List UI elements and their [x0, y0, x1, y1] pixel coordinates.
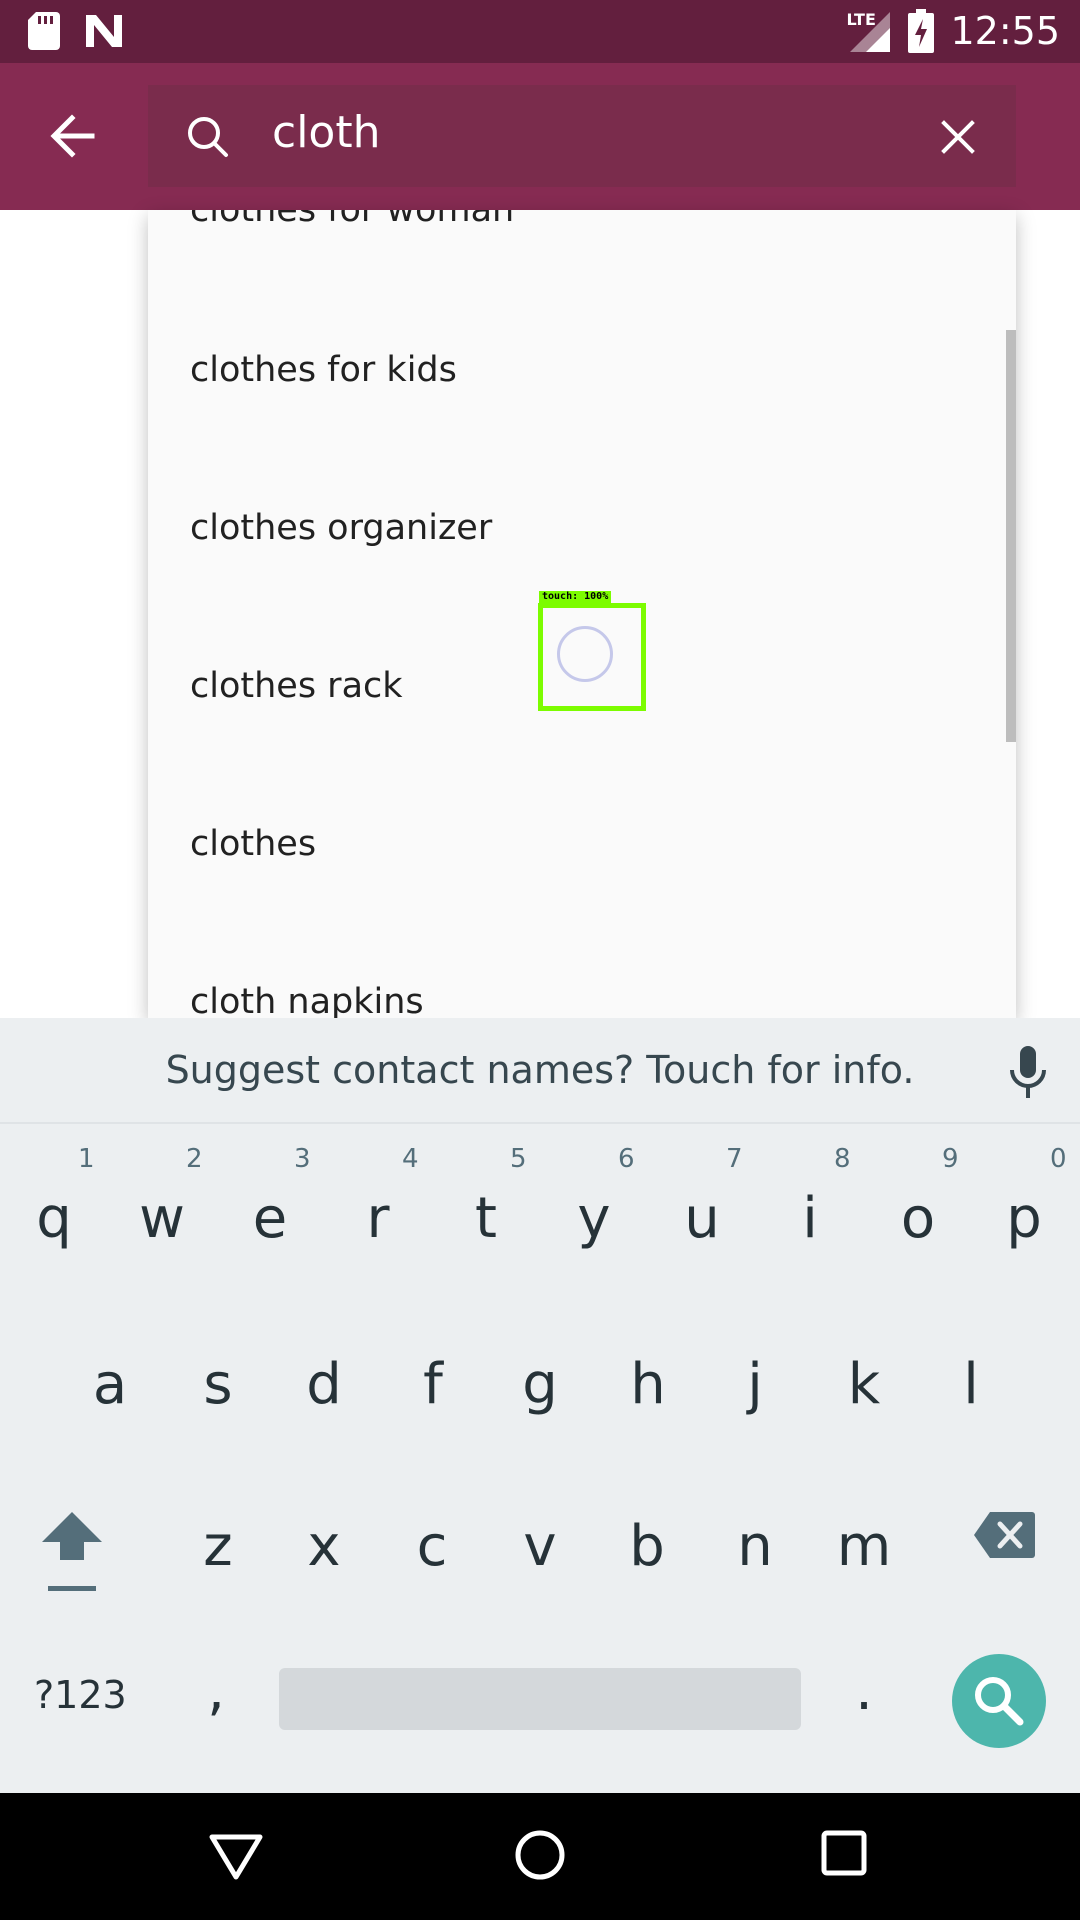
sd-card-icon — [28, 12, 60, 50]
key-c[interactable]: c — [410, 1514, 454, 1579]
suggestion-item[interactable]: clothes — [190, 824, 316, 864]
search-input[interactable]: cloth — [272, 107, 380, 158]
key-hint-5: 5 — [510, 1144, 527, 1174]
key-i[interactable]: i — [798, 1186, 822, 1251]
keyboard-suggestion-strip[interactable]: Suggest contact names? Touch for info. — [0, 1018, 1080, 1124]
search-icon — [188, 117, 228, 157]
key-y[interactable]: y — [572, 1186, 616, 1251]
key-t[interactable]: t — [468, 1186, 504, 1251]
key-k[interactable]: k — [842, 1352, 886, 1417]
triangle-back-icon[interactable] — [208, 1829, 264, 1885]
status-bar: LTE 12:55 — [0, 0, 1080, 63]
key-n[interactable]: n — [730, 1514, 780, 1579]
key-hint-4: 4 — [402, 1144, 419, 1174]
key-s[interactable]: s — [196, 1352, 240, 1417]
key-d[interactable]: d — [302, 1352, 346, 1417]
search-icon — [975, 1677, 1024, 1726]
circle-home-icon[interactable] — [512, 1827, 568, 1883]
key-hint-7: 7 — [726, 1144, 743, 1174]
period-key[interactable]: . — [846, 1658, 882, 1723]
key-w[interactable]: w — [134, 1186, 190, 1251]
key-m[interactable]: m — [832, 1514, 896, 1579]
key-hint-0: 0 — [1050, 1144, 1067, 1174]
key-hint-6: 6 — [618, 1144, 635, 1174]
soft-keyboard: Suggest contact names? Touch for info. q… — [0, 1018, 1080, 1793]
key-v[interactable]: v — [518, 1514, 562, 1579]
system-nav-bar — [0, 1793, 1080, 1920]
microphone-icon[interactable] — [1006, 1046, 1050, 1098]
key-z[interactable]: z — [196, 1514, 240, 1579]
suggest-contacts-prompt[interactable]: Suggest contact names? Touch for info. — [0, 1048, 1080, 1092]
key-h[interactable]: h — [626, 1352, 670, 1417]
comma-key[interactable]: , — [198, 1658, 234, 1723]
key-f[interactable]: f — [418, 1352, 448, 1417]
keyboard-search-button[interactable] — [952, 1654, 1046, 1748]
touch-point — [557, 626, 613, 682]
key-hint-1: 1 — [78, 1144, 95, 1174]
suggestion-item[interactable]: cloth napkins — [190, 982, 424, 1018]
touch-indicator-label: touch: 100% — [539, 591, 612, 603]
app-bar: cloth — [0, 63, 1080, 210]
lte-signal-icon — [850, 12, 891, 52]
key-b[interactable]: b — [622, 1514, 672, 1579]
search-box[interactable]: cloth — [148, 85, 1016, 187]
key-hint-9: 9 — [942, 1144, 959, 1174]
space-key[interactable] — [279, 1668, 801, 1730]
key-e[interactable]: e — [248, 1186, 292, 1251]
key-g[interactable]: g — [518, 1352, 562, 1417]
n-logo-icon — [86, 15, 122, 47]
key-o[interactable]: o — [896, 1186, 940, 1251]
key-j[interactable]: j — [740, 1352, 770, 1417]
key-l[interactable]: l — [958, 1352, 984, 1417]
suggestion-item[interactable]: clothes for woman — [190, 210, 514, 230]
suggestion-item[interactable]: clothes for kids — [190, 350, 457, 390]
key-r[interactable]: r — [360, 1186, 396, 1251]
square-recents-icon[interactable] — [820, 1829, 868, 1877]
close-icon[interactable] — [936, 115, 980, 159]
shift-icon[interactable] — [40, 1508, 104, 1598]
key-q[interactable]: q — [32, 1186, 76, 1251]
suggestion-item[interactable]: clothes organizer — [190, 508, 492, 548]
key-hint-3: 3 — [294, 1144, 311, 1174]
key-hint-8: 8 — [834, 1144, 851, 1174]
battery-charging-icon — [908, 9, 935, 53]
suggestions-scrollbar[interactable] — [1006, 330, 1016, 742]
key-x[interactable]: x — [302, 1514, 346, 1579]
key-u[interactable]: u — [680, 1186, 724, 1251]
clock: 12:55 — [950, 9, 1060, 53]
arrow-left-icon[interactable] — [40, 103, 106, 169]
suggestion-item[interactable]: clothes rack — [190, 666, 403, 706]
backspace-icon[interactable] — [972, 1510, 1036, 1560]
key-p[interactable]: p — [1002, 1186, 1046, 1251]
symbols-key[interactable]: ?123 — [34, 1673, 127, 1717]
key-a[interactable]: a — [88, 1352, 132, 1417]
key-hint-2: 2 — [186, 1144, 203, 1174]
